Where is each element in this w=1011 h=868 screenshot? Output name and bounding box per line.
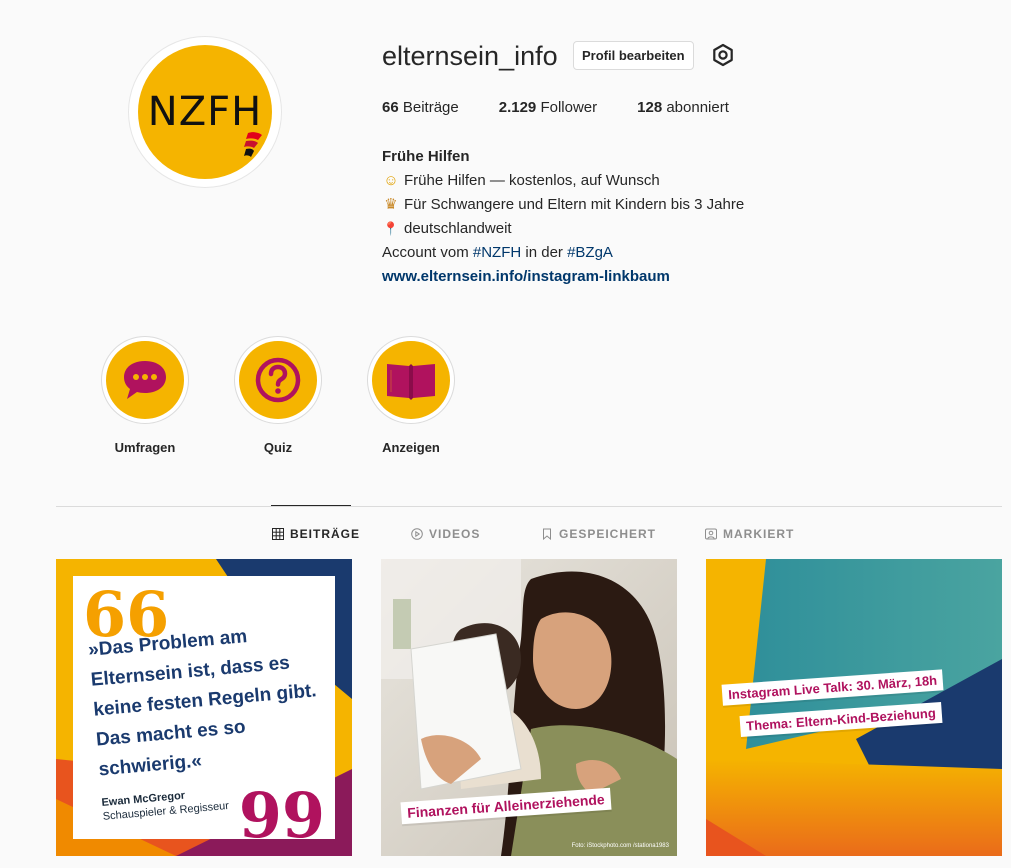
settings-gear-icon[interactable] [711,43,735,67]
tab-posts-label: BEITRÄGE [290,527,361,541]
tag-person-icon [705,528,717,540]
highlight-label: Anzeigen [382,440,440,455]
profile-username: elternsein_info [382,41,558,71]
avatar-logo: NZFH [138,45,272,179]
highlight-umfragen[interactable]: Umfragen [101,336,189,455]
bio-line-2: ♛ Für Schwangere und Eltern mit Kindern b… [382,193,744,217]
tab-videos[interactable]: VIDEOS [411,527,480,541]
grid-icon [272,528,284,540]
quote-card: 66 »Das Problem am Elternsein ist, dass … [73,576,335,847]
tab-posts[interactable]: BEITRÄGE [272,527,360,541]
baby-face-emoji-icon: ☺ [383,172,399,189]
bio-name: Frühe Hilfen [382,148,470,165]
posts-label: Beiträge [402,99,459,116]
highlight-label: Umfragen [114,440,176,455]
following-label: abonniert [666,99,729,116]
following-stat[interactable]: 128 abonniert [637,99,729,116]
bio-line-4-prefix: Account vom [382,244,473,261]
highlight-ring [101,336,189,424]
following-count: 128 [637,99,663,116]
tab-tagged[interactable]: MARKIERT [705,527,794,541]
bio-line-3-text: deutschlandweit [404,220,512,237]
hashtag-bzga[interactable]: #BZgA [567,244,613,261]
pin-emoji-icon: 📍 [382,221,400,236]
bio-line-4: Account vom #NZFH in der #BZgA [382,241,744,265]
bookmark-icon [543,528,551,540]
post-live-talk[interactable]: Instagram Live Talk: 30. März, 18h Thema… [706,559,1002,856]
bio-line-3: 📍 deutschlandweit [382,217,744,241]
question-icon [255,357,301,403]
followers-stat[interactable]: 2.129 Follower [499,99,597,116]
hashtag-nzfh[interactable]: #NZFH [473,244,521,261]
posts-count: 66 [382,99,399,116]
flag-stripes-icon [244,132,262,157]
quote-author: Ewan McGregor Schauspieler & Regisseur [101,785,230,824]
bio-website-link[interactable]: www.elternsein.info/instagram-linkbaum [382,265,744,289]
tab-videos-label: VIDEOS [429,527,481,541]
post-photo[interactable]: Finanzen für Alleinerziehende Foto: iSto… [381,559,677,856]
followers-label: Follower [540,99,598,116]
bio-line-1-text: Frühe Hilfen — kostenlos, auf Wunsch [404,172,660,189]
play-icon [411,528,423,540]
profile-stats: 66 Beiträge 2.129 Follower 128 abonniert [382,99,769,116]
highlight-cover [239,341,317,419]
followers-count: 2.129 [498,99,537,116]
tab-saved-label: GESPEICHERT [559,527,657,541]
tab-tagged-label: MARKIERT [723,527,795,541]
active-tab-indicator [271,505,351,506]
tab-saved[interactable]: GESPEICHERT [541,527,656,541]
highlight-anzeigen[interactable]: Anzeigen [367,336,455,455]
profile-bio: Frühe Hilfen ☺ Frühe Hilfen — kostenlos, … [382,145,744,289]
quote-text: »Das Problem am Elternsein ist, dass es … [87,626,318,781]
avatar-logo-text: NZFH [147,89,263,135]
bio-line-1: ☺ Frühe Hilfen — kostenlos, auf Wunsch [382,169,744,193]
avatar[interactable]: NZFH [128,36,282,188]
highlight-cover [372,341,450,419]
book-icon [387,364,435,400]
post-quote[interactable]: 66 »Das Problem am Elternsein ist, dass … [56,559,352,856]
highlight-quiz[interactable]: Quiz [234,336,322,455]
quote-close-mark: 99 [238,779,325,852]
highlight-ring [367,336,455,424]
posts-stat[interactable]: 66 Beiträge [382,99,459,116]
highlight-cover [106,341,184,419]
teddy-bear-emoji-icon: ♛ [384,196,398,213]
bio-line-2-text: Für Schwangere und Eltern mit Kindern bi… [404,196,745,213]
speech-bubble-icon [124,361,166,399]
photo-credit: Foto: iStockphoto.com /stationa1983 [571,843,669,849]
bio-line-4-middle: in der [521,244,568,261]
highlight-label: Quiz [263,440,293,455]
highlight-ring [234,336,322,424]
tabs-divider [56,506,1002,507]
edit-profile-button[interactable]: Profil bearbeiten [573,41,694,70]
